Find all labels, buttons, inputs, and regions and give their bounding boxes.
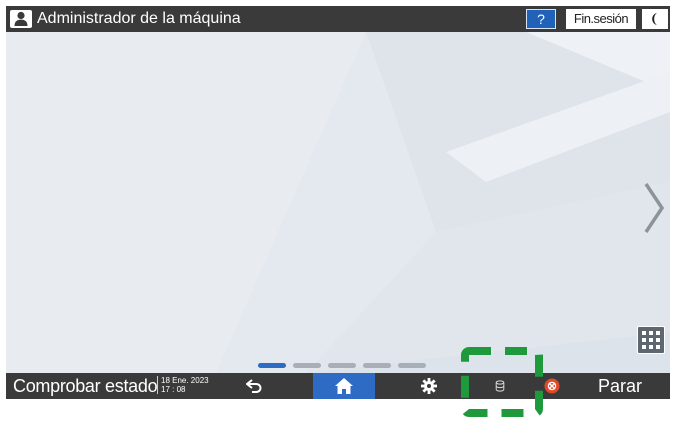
check-status-button[interactable]: Comprobar estado xyxy=(6,373,158,399)
page-dot-3[interactable] xyxy=(328,363,356,368)
moon-icon xyxy=(652,13,657,25)
wallpaper xyxy=(6,32,670,373)
app-list-button[interactable] xyxy=(637,326,665,354)
settings-button[interactable] xyxy=(414,373,444,399)
back-button[interactable] xyxy=(234,373,274,399)
highlight-dashed-frame xyxy=(461,347,543,417)
logged-in-user-title: Administrador de la máquina xyxy=(37,10,241,27)
time-text: 17 : 08 xyxy=(161,385,186,394)
bottom-bar: Comprobar estado 18 Ene. 2023 17 : 08 Pa… xyxy=(6,373,670,399)
gear-icon xyxy=(421,378,437,394)
page-dot-4[interactable] xyxy=(363,363,391,368)
page-dot-1[interactable] xyxy=(258,363,286,368)
user-icon xyxy=(10,10,32,28)
home-screen-area xyxy=(6,32,670,373)
control-panel-screen: Administrador de la máquina ? Fin.sesión xyxy=(6,6,670,399)
logout-button[interactable]: Fin.sesión xyxy=(566,9,636,29)
date-text: 18 Ene. 2023 xyxy=(161,376,209,385)
page-dot-2[interactable] xyxy=(293,363,321,368)
top-bar: Administrador de la máquina ? Fin.sesión xyxy=(6,6,670,32)
home-button[interactable] xyxy=(313,373,375,399)
date-time-display: 18 Ene. 2023 17 : 08 xyxy=(157,376,209,394)
help-button[interactable]: ? xyxy=(526,9,556,29)
page-indicator xyxy=(258,363,426,369)
home-icon xyxy=(335,378,353,394)
stop-button[interactable]: Parar xyxy=(566,373,670,399)
energy-saver-button[interactable] xyxy=(642,9,668,29)
grid-icon xyxy=(642,331,660,349)
stop-icon xyxy=(544,378,560,394)
next-page-chevron-right-icon[interactable] xyxy=(642,180,666,236)
back-arrow-icon xyxy=(246,379,262,393)
page-dot-5[interactable] xyxy=(398,363,426,368)
